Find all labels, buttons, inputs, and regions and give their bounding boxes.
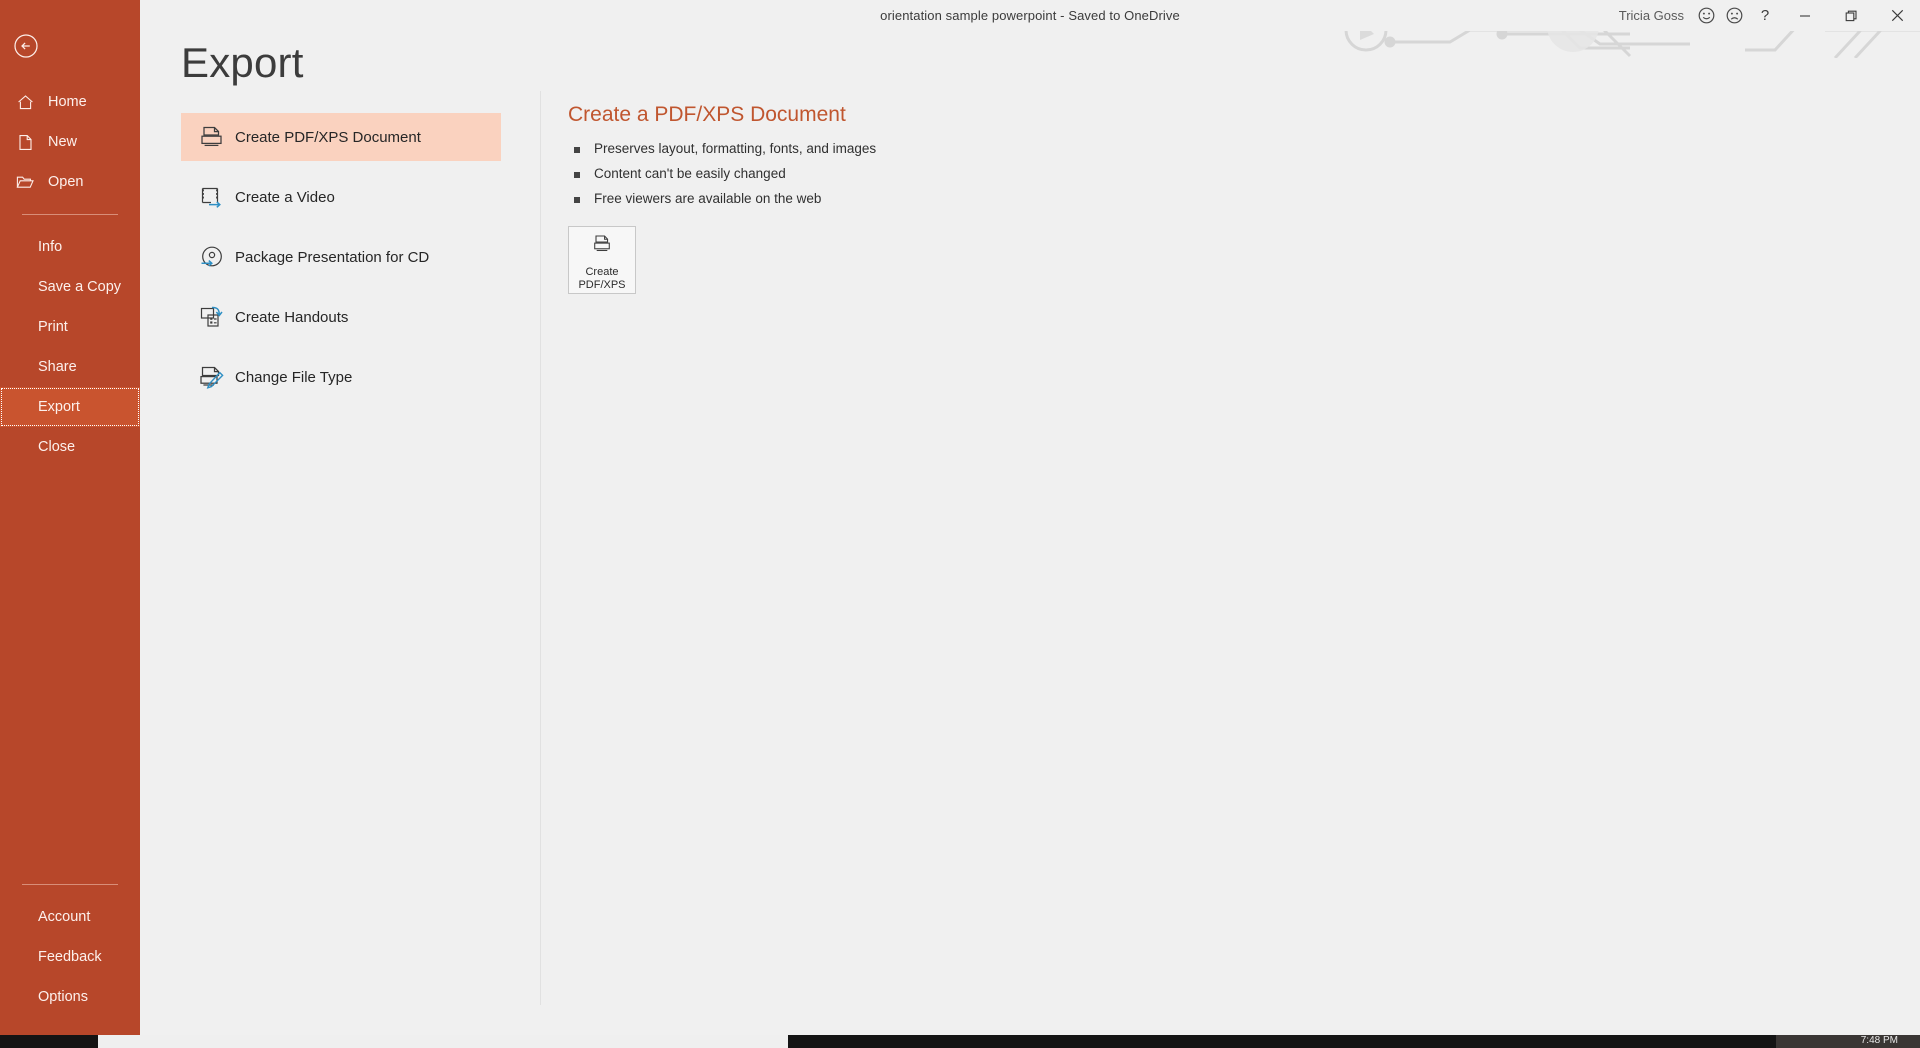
os-taskbar-strip[interactable]: 7:48 PM bbox=[0, 1035, 1920, 1048]
page-title: Export bbox=[181, 39, 304, 86]
sidebar-item-label: Account bbox=[38, 909, 91, 925]
export-option-change-file-type[interactable]: Change File Type bbox=[181, 353, 501, 401]
sidebar-item-close[interactable]: Close bbox=[0, 427, 140, 467]
taskbar-segment bbox=[1776, 1035, 1920, 1048]
pdf-document-icon bbox=[189, 122, 235, 152]
export-options-list: Create PDF/XPS Document Create a Video P… bbox=[181, 113, 501, 413]
close-button[interactable] bbox=[1874, 1, 1920, 31]
sidebar-item-save-a-copy[interactable]: Save a Copy bbox=[0, 267, 140, 307]
sidebar-item-label: Options bbox=[38, 989, 88, 1005]
open-folder-icon bbox=[14, 172, 36, 192]
bullet-square-icon bbox=[574, 172, 580, 178]
account-user-name: Tricia Goss bbox=[1618, 8, 1684, 23]
taskbar-clock: 7:48 PM bbox=[1860, 1035, 1898, 1046]
restore-button[interactable] bbox=[1828, 1, 1874, 31]
export-option-create-handouts[interactable]: Create Handouts bbox=[181, 293, 501, 341]
frowning-face-feedback-icon[interactable] bbox=[1720, 4, 1748, 28]
rail-bottom-items: Account Feedback Options bbox=[0, 872, 140, 1017]
taskbar-segment bbox=[0, 1035, 98, 1048]
sidebar-item-feedback[interactable]: Feedback bbox=[0, 937, 140, 977]
sidebar-item-label: Export bbox=[38, 399, 80, 415]
help-button[interactable]: ? bbox=[1748, 3, 1782, 29]
sidebar-item-options[interactable]: Options bbox=[0, 977, 140, 1017]
new-document-icon bbox=[14, 132, 36, 152]
export-option-package-presentation-for-cd[interactable]: Package Presentation for CD bbox=[181, 233, 501, 281]
cd-disc-icon bbox=[189, 242, 235, 272]
export-option-create-pdf-xps-document[interactable]: Create PDF/XPS Document bbox=[181, 113, 501, 161]
export-option-label: Create a Video bbox=[235, 188, 335, 206]
detail-bullet-item: Preserves layout, formatting, fonts, and… bbox=[574, 141, 1188, 156]
film-strip-icon bbox=[189, 182, 235, 212]
sidebar-item-open[interactable]: Open bbox=[0, 162, 140, 202]
backstage-navigation-rail: Home New Open Info Save a Copy Print Sha… bbox=[0, 0, 140, 1035]
sidebar-item-label: Feedback bbox=[38, 949, 102, 965]
sidebar-item-label: Home bbox=[48, 94, 87, 110]
create-pdf-xps-button-line2: PDF/XPS bbox=[578, 278, 626, 291]
column-divider bbox=[540, 91, 541, 1005]
detail-bullet-item: Content can't be easily changed bbox=[574, 166, 1188, 181]
sidebar-item-info[interactable]: Info bbox=[0, 227, 140, 267]
export-option-label: Create PDF/XPS Document bbox=[235, 128, 421, 146]
detail-bullet-item: Free viewers are available on the web bbox=[574, 191, 1188, 206]
sidebar-item-label: Save a Copy bbox=[38, 279, 122, 295]
sidebar-item-label: Close bbox=[38, 439, 76, 455]
detail-bullet-list: Preserves layout, formatting, fonts, and… bbox=[574, 141, 1188, 206]
rail-divider bbox=[22, 214, 118, 215]
export-option-label: Package Presentation for CD bbox=[235, 248, 430, 266]
sidebar-item-export[interactable]: Export bbox=[0, 387, 140, 427]
minimize-button[interactable] bbox=[1782, 1, 1828, 31]
rail-primary-items: Home New Open Info Save a Copy Print Sha… bbox=[0, 82, 140, 467]
home-icon bbox=[14, 92, 36, 112]
detail-bullet-text: Free viewers are available on the web bbox=[594, 191, 822, 206]
create-pdf-xps-button[interactable]: Create PDF/XPS bbox=[568, 226, 636, 294]
sidebar-item-label: Share bbox=[38, 359, 77, 375]
detail-heading: Create a PDF/XPS Document bbox=[568, 103, 846, 126]
powerpoint-backstage-export-screen: orientation sample powerpoint - Saved to… bbox=[0, 0, 1920, 1048]
sidebar-item-label: Print bbox=[38, 319, 68, 335]
export-option-create-a-video[interactable]: Create a Video bbox=[181, 173, 501, 221]
bullet-square-icon bbox=[574, 197, 580, 203]
export-option-label: Create Handouts bbox=[235, 308, 349, 326]
detail-bullet-text: Preserves layout, formatting, fonts, and… bbox=[594, 141, 877, 156]
smiley-face-feedback-icon[interactable] bbox=[1692, 4, 1720, 28]
title-bar-right-controls: Tricia Goss ? bbox=[1619, 0, 1920, 31]
export-page: Export Create PDF/XPS Document Create a … bbox=[140, 31, 1920, 1035]
taskbar-segment bbox=[788, 1035, 1776, 1048]
sidebar-item-account[interactable]: Account bbox=[0, 897, 140, 937]
detail-bullet-text: Content can't be easily changed bbox=[594, 166, 786, 181]
sidebar-item-label: New bbox=[48, 134, 78, 150]
sidebar-item-share[interactable]: Share bbox=[0, 347, 140, 387]
rail-divider-bottom bbox=[22, 884, 118, 885]
export-detail-pane: Create a PDF/XPS Document Preserves layo… bbox=[568, 103, 1188, 294]
sidebar-item-label: Info bbox=[38, 239, 63, 255]
bullet-square-icon bbox=[574, 147, 580, 153]
export-option-label: Change File Type bbox=[235, 368, 353, 386]
back-arrow-icon[interactable] bbox=[12, 32, 40, 60]
sidebar-item-label: Open bbox=[48, 174, 84, 190]
sidebar-item-home[interactable]: Home bbox=[0, 82, 140, 122]
taskbar-segment bbox=[98, 1035, 788, 1048]
sidebar-item-print[interactable]: Print bbox=[0, 307, 140, 347]
document-title: orientation sample powerpoint - Saved to… bbox=[880, 8, 1180, 23]
create-pdf-xps-button-line1: Create bbox=[585, 265, 619, 278]
file-pencil-icon bbox=[189, 362, 235, 392]
handouts-icon bbox=[189, 302, 235, 332]
sidebar-item-new[interactable]: New bbox=[0, 122, 140, 162]
pdf-document-icon bbox=[589, 233, 615, 262]
